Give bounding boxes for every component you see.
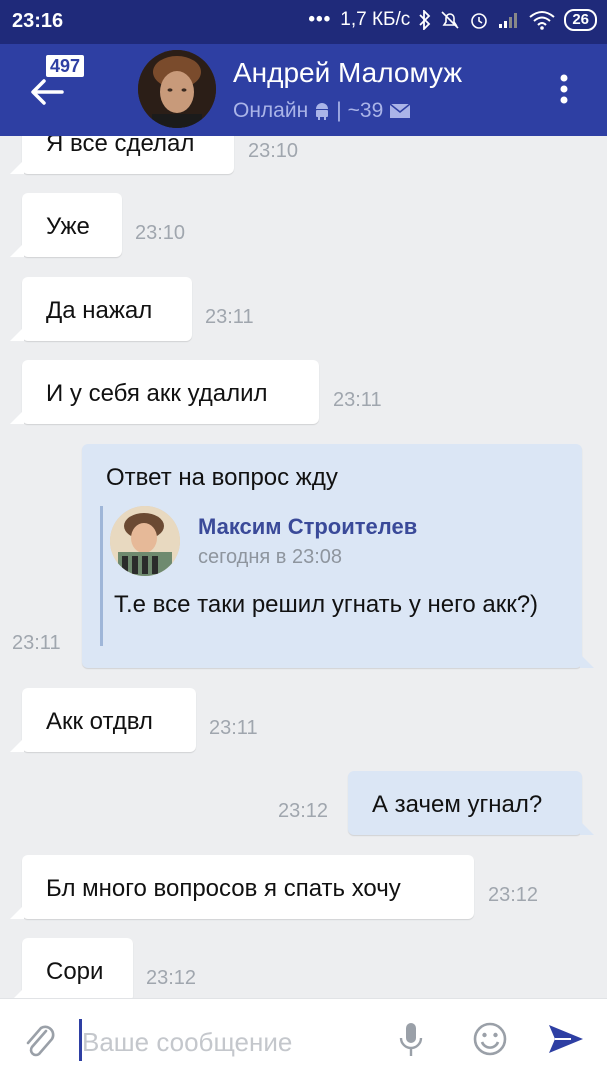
message-bubble-incoming[interactable]: И у себя акк удалил (10, 360, 319, 424)
alarm-icon (471, 13, 488, 29)
message-bubble-incoming[interactable]: Акк отдвл (10, 688, 196, 752)
notification-dots: ••• (308, 9, 332, 30)
more-options-icon[interactable] (559, 74, 569, 104)
microphone-icon[interactable] (398, 1021, 424, 1059)
envelope-icon (389, 103, 411, 118)
status-time: 23:16 (12, 10, 64, 32)
status-bar: 23:16 ••• 1,7 КБ/с 26 (0, 0, 607, 44)
paperclip-icon[interactable] (22, 1021, 56, 1059)
status-indicators: ••• 1,7 КБ/с 26 (308, 9, 597, 31)
message-text: Да нажал (46, 297, 153, 324)
contact-name[interactable]: Андрей Маломуж (233, 57, 462, 89)
message-input[interactable] (82, 1025, 382, 1059)
message-text: Я все сделал (46, 136, 195, 157)
message-text: Акк отдвл (46, 708, 153, 735)
message-time: 23:11 (12, 632, 61, 654)
back-arrow-icon[interactable] (28, 72, 68, 112)
network-speed: 1,7 КБ/с (340, 9, 411, 30)
forwarded-date: сегодня в 23:08 (198, 546, 342, 568)
smiley-icon[interactable] (472, 1021, 508, 1057)
wifi-icon (529, 11, 555, 30)
forwarded-author-name[interactable]: Максим Строителев (198, 514, 417, 540)
message-bubble-incoming[interactable]: Бл много вопросов я спать хочу (10, 855, 474, 919)
message-count: ~39 (347, 99, 384, 122)
message-time: 23:11 (333, 389, 382, 411)
signal-icon (499, 13, 518, 28)
send-icon[interactable] (547, 1023, 585, 1055)
bluetooth-icon (419, 10, 431, 30)
contact-avatar[interactable] (138, 50, 216, 128)
unread-badge: 497 (46, 55, 85, 77)
message-time: 23:12 (278, 800, 329, 822)
message-time: 23:10 (248, 140, 299, 162)
message-text: И у себя акк удалил (46, 380, 268, 407)
forwarded-text: Т.е все таки решил угнать у него акк?) (114, 591, 539, 618)
message-bubble-outgoing[interactable]: Ответ на вопрос жду Максим Строителев се… (82, 444, 594, 668)
message-text: Бл много вопросов я спать хочу (46, 875, 401, 902)
forwarded-quote-bar (100, 506, 103, 646)
online-status: Онлайн (233, 99, 309, 122)
status-separator: | (336, 99, 342, 122)
message-bubble-incoming[interactable]: Сори (10, 938, 133, 998)
mute-bell-icon (441, 11, 459, 29)
message-bubble-incoming[interactable]: Да нажал (10, 277, 192, 341)
message-time: 23:11 (209, 717, 258, 739)
message-time: 23:12 (488, 884, 539, 906)
message-text: Сори (46, 958, 104, 985)
message-text: Ответ на вопрос жду (106, 464, 338, 491)
android-icon (316, 103, 329, 120)
battery-indicator: 26 (564, 9, 597, 31)
message-text: А зачем угнал? (372, 791, 543, 818)
forwarded-author-avatar[interactable] (110, 506, 180, 576)
contact-status: Онлайн | ~39 (233, 99, 411, 123)
message-bubble-outgoing[interactable]: А зачем угнал? (348, 771, 594, 835)
message-composer (0, 998, 607, 1080)
message-list[interactable]: Я все сделал 23:10 Уже 23:10 Да нажал 23… (0, 136, 607, 998)
message-time: 23:10 (135, 222, 186, 244)
message-bubble-incoming[interactable]: Уже (10, 193, 122, 257)
message-bubble-incoming[interactable]: Я все сделал (10, 136, 234, 174)
chat-header: 497 Андрей Маломуж Онлайн | ~39 (0, 44, 607, 136)
message-time: 23:11 (205, 306, 254, 328)
message-time: 23:12 (146, 967, 197, 989)
message-text: Уже (46, 213, 90, 240)
